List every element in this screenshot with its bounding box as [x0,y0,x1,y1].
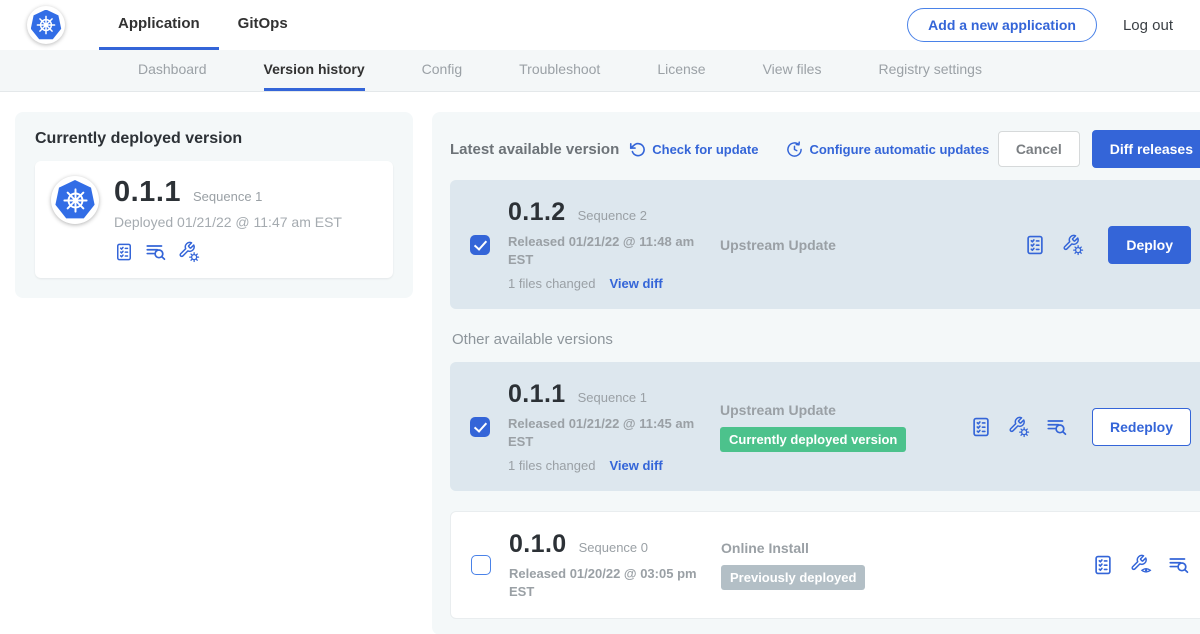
app-logo [51,176,99,224]
latest-available-header: Latest available version Check for updat… [450,130,1200,168]
released-timestamp: Released 01/21/22 @ 11:45 am EST [508,415,708,450]
top-nav-right: Add a new application Log out [907,0,1173,50]
helm-wheel-icon [31,10,62,41]
top-nav: Application GitOps Add a new application… [0,0,1200,50]
version-checkbox[interactable] [470,235,490,255]
check-for-update-link[interactable]: Check for update [629,141,758,158]
subnav-registry-settings[interactable]: Registry settings [878,50,981,91]
edit-config-icon[interactable] [1062,234,1084,256]
kubernetes-logo [27,6,65,44]
version-number: 0.1.0 [509,530,567,559]
currently-deployed-title: Currently deployed version [35,130,393,148]
currently-deployed-panel: Currently deployed version 0.1.1 Sequenc… [15,112,413,298]
diff-releases-button[interactable]: Diff releases [1092,130,1200,168]
version-card-0-1-0: 0.1.0 Sequence 0 Released 01/20/22 @ 03:… [450,511,1200,619]
subnav-config[interactable]: Config [422,50,462,91]
subnav-troubleshoot[interactable]: Troubleshoot [519,50,600,91]
version-checkbox[interactable] [470,417,490,437]
view-files-icon[interactable] [1046,416,1068,438]
app-sub-nav: Dashboard Version history Config Trouble… [0,50,1200,92]
subnav-version-history[interactable]: Version history [264,50,365,91]
version-source-label: Upstream Update [720,402,836,418]
version-number: 0.1.1 [508,380,566,409]
sequence-label: Sequence 2 [578,208,647,223]
deployed-version-card: 0.1.1 Sequence 1 Deployed 01/21/22 @ 11:… [35,161,393,278]
available-versions-panel: Latest available version Check for updat… [432,112,1200,634]
preflight-checks-icon[interactable] [114,242,134,262]
version-source-label: Online Install [721,540,809,556]
view-diff-link[interactable]: View diff [609,458,662,473]
logout-link[interactable]: Log out [1123,17,1173,34]
cancel-button[interactable]: Cancel [998,131,1080,167]
tab-gitops[interactable]: GitOps [219,0,307,50]
deployed-version-number: 0.1.1 [114,176,181,209]
edit-config-icon[interactable] [1008,416,1030,438]
sequence-label: Sequence 1 [578,390,647,405]
currently-deployed-badge: Currently deployed version [720,427,906,452]
main-content: Currently deployed version 0.1.1 Sequenc… [0,92,1200,634]
tab-application[interactable]: Application [99,0,219,50]
add-application-button[interactable]: Add a new application [907,8,1097,42]
version-number: 0.1.2 [508,198,566,227]
preflight-checks-icon[interactable] [1024,234,1046,256]
app-tabs: Application GitOps [99,0,307,50]
helm-wheel-icon [55,180,95,220]
subnav-dashboard[interactable]: Dashboard [138,50,207,91]
files-changed-label: 1 files changed [508,276,595,291]
version-card-0-1-2: 0.1.2 Sequence 2 Released 01/21/22 @ 11:… [450,180,1200,309]
configure-auto-updates-link[interactable]: Configure automatic updates [786,141,989,158]
version-checkbox[interactable] [471,555,491,575]
sequence-label: Sequence 0 [579,540,648,555]
deploy-button[interactable]: Deploy [1108,226,1191,264]
view-files-icon[interactable] [145,241,167,263]
released-timestamp: Released 01/21/22 @ 11:48 am EST [508,233,708,268]
subnav-license[interactable]: License [657,50,705,91]
auto-update-icon [786,141,803,158]
view-files-icon[interactable] [1168,554,1190,576]
deployed-sequence-label: Sequence 1 [193,189,262,204]
refresh-icon [629,141,646,158]
view-config-icon[interactable] [1130,554,1152,576]
released-timestamp: Released 01/20/22 @ 03:05 pm EST [509,565,709,600]
version-source-label: Upstream Update [720,237,836,253]
view-diff-link[interactable]: View diff [609,276,662,291]
edit-config-icon[interactable] [178,241,200,263]
deployed-timestamp: Deployed 01/21/22 @ 11:47 am EST [114,214,342,230]
version-card-0-1-1: 0.1.1 Sequence 1 Released 01/21/22 @ 11:… [450,362,1200,491]
preflight-checks-icon[interactable] [1092,554,1114,576]
subnav-view-files[interactable]: View files [763,50,822,91]
preflight-checks-icon[interactable] [970,416,992,438]
redeploy-button[interactable]: Redeploy [1092,408,1191,446]
files-changed-label: 1 files changed [508,458,595,473]
latest-available-title: Latest available version [450,141,619,158]
other-versions-title: Other available versions [452,331,1200,348]
previously-deployed-badge: Previously deployed [721,565,865,590]
